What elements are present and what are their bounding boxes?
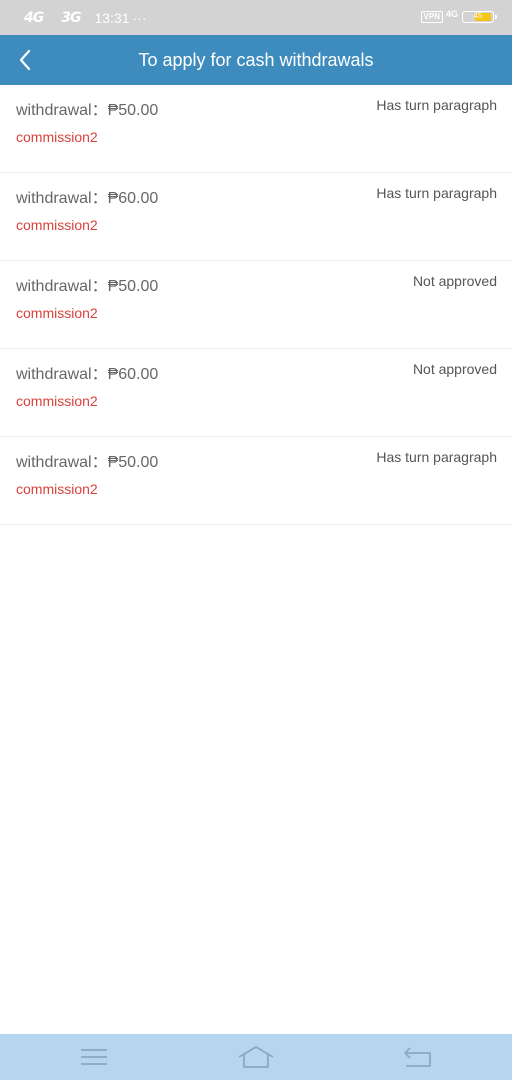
return-button[interactable] bbox=[398, 1042, 438, 1072]
clock-time: 13:31 bbox=[94, 10, 130, 26]
withdrawal-row[interactable]: withdrawal：₱60.00 commission2 Not approv… bbox=[0, 349, 512, 437]
withdrawal-amount: withdrawal：₱50.00 bbox=[16, 454, 159, 471]
withdrawal-row[interactable]: withdrawal：₱50.00 commission2 Not approv… bbox=[0, 261, 512, 349]
status-bar: 4G 3G 13:31 ··· VPN 4G 45 bbox=[0, 0, 512, 35]
withdrawal-status: Not approved bbox=[412, 273, 497, 289]
signal-4g-icon: 4G bbox=[445, 9, 458, 19]
home-icon bbox=[238, 1046, 274, 1068]
home-button[interactable] bbox=[236, 1042, 276, 1072]
withdrawal-amount: withdrawal：₱60.00 bbox=[16, 190, 159, 207]
withdrawal-row[interactable]: withdrawal：₱50.00 commission2 Has turn p… bbox=[0, 437, 512, 525]
withdrawal-list: withdrawal：₱50.00 commission2 Has turn p… bbox=[0, 85, 512, 525]
status-bar-right: VPN 4G 45 bbox=[420, 9, 497, 25]
app-screen: 4G 3G 13:31 ··· VPN 4G 45 To apply for c… bbox=[0, 0, 512, 1080]
withdrawal-status: Has turn paragraph bbox=[376, 185, 497, 201]
withdrawal-type: commission2 bbox=[16, 393, 98, 409]
network-4g-indicator: 4G bbox=[24, 10, 44, 26]
withdrawal-amount: withdrawal：₱60.00 bbox=[16, 366, 159, 383]
withdrawal-type: commission2 bbox=[16, 217, 98, 233]
hamburger-menu-icon bbox=[81, 1049, 107, 1065]
withdrawal-row[interactable]: withdrawal：₱50.00 commission2 Has turn p… bbox=[0, 85, 512, 173]
withdrawal-amount: withdrawal：₱50.00 bbox=[16, 102, 159, 119]
network-3g-indicator: 3G bbox=[61, 10, 81, 26]
header-bar: To apply for cash withdrawals bbox=[0, 35, 512, 85]
withdrawal-status: Not approved bbox=[412, 361, 497, 377]
more-notifications-indicator: ··· bbox=[132, 10, 147, 26]
battery-tip bbox=[495, 15, 497, 19]
withdrawal-status: Has turn paragraph bbox=[376, 97, 497, 113]
withdrawal-row[interactable]: withdrawal：₱60.00 commission2 Has turn p… bbox=[0, 173, 512, 261]
withdrawal-status: Has turn paragraph bbox=[376, 449, 497, 465]
battery-icon: 45 bbox=[462, 11, 497, 23]
withdrawal-type: commission2 bbox=[16, 481, 98, 497]
menu-button[interactable] bbox=[74, 1042, 114, 1072]
withdrawal-type: commission2 bbox=[16, 305, 98, 321]
page-title: To apply for cash withdrawals bbox=[138, 50, 374, 70]
vpn-icon: VPN bbox=[420, 11, 443, 23]
withdrawal-type: commission2 bbox=[16, 129, 98, 145]
return-arrow-icon bbox=[404, 1047, 431, 1067]
withdrawal-amount: withdrawal：₱50.00 bbox=[16, 278, 159, 295]
system-navigation-bar bbox=[0, 1034, 512, 1080]
status-bar-left: 4G 3G 13:31 ··· bbox=[24, 8, 147, 28]
battery-level-text: 45 bbox=[473, 11, 483, 20]
